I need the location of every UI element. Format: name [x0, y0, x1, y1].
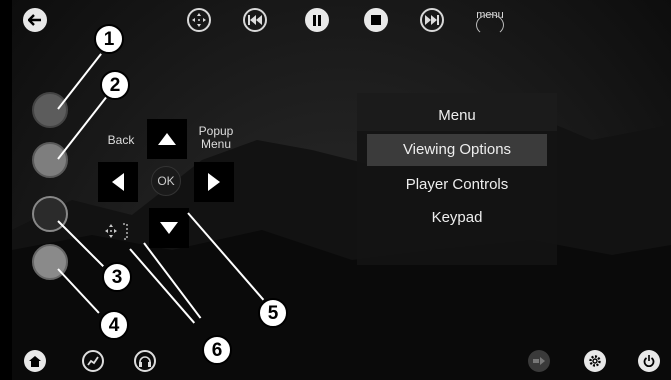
callout-5: 5 [258, 298, 288, 328]
power-icon [643, 355, 655, 367]
previous-button[interactable] [243, 8, 267, 32]
source-icon [533, 357, 545, 365]
menu-arc-icon [476, 14, 504, 36]
pause-icon [313, 14, 321, 26]
skip-back-icon [248, 15, 262, 25]
stop-button[interactable] [364, 8, 388, 32]
next-button[interactable] [420, 8, 444, 32]
callout-4: 4 [99, 310, 129, 340]
menu-item-keypad[interactable]: Keypad [367, 202, 547, 234]
skip-forward-icon [425, 15, 439, 25]
source-button[interactable] [528, 350, 550, 372]
back-button[interactable] [23, 8, 47, 32]
up-arrow-icon [158, 133, 176, 145]
trend-icon [87, 356, 99, 366]
callout-6: 6 [202, 335, 232, 365]
right-arrow-icon [208, 173, 220, 191]
menu-panel: Menu Viewing Options Player Controls Key… [357, 93, 557, 265]
menu-item-player-controls[interactable]: Player Controls [367, 169, 547, 201]
back-arrow-icon [28, 14, 41, 26]
move-handle-icon [105, 223, 128, 240]
dpad-icon [192, 13, 206, 27]
callout-3: 3 [102, 262, 132, 292]
green-button[interactable] [32, 142, 68, 178]
move-keypad-handle[interactable] [103, 222, 133, 242]
headphones-icon [139, 355, 151, 367]
trend-button[interactable] [82, 350, 104, 372]
callout-1: 1 [94, 24, 124, 54]
red-button[interactable] [32, 92, 68, 128]
headphones-button[interactable] [134, 350, 156, 372]
ok-button[interactable]: OK [151, 166, 181, 196]
menu-button[interactable]: menu [470, 8, 510, 36]
back-key-label[interactable]: Back [100, 134, 142, 147]
home-icon [29, 355, 41, 367]
settings-button[interactable] [584, 350, 606, 372]
left-arrow-icon [112, 173, 124, 191]
right-key[interactable] [194, 162, 234, 202]
settings-icon [589, 355, 601, 367]
menu-item-viewing-options[interactable]: Viewing Options [367, 134, 547, 166]
pause-button[interactable] [305, 8, 329, 32]
up-key[interactable] [147, 119, 187, 159]
power-button[interactable] [638, 350, 660, 372]
home-button[interactable] [24, 350, 46, 372]
stop-icon [371, 15, 381, 25]
navigate-button[interactable] [187, 8, 211, 32]
menu-title: Menu [357, 93, 557, 131]
down-arrow-icon [160, 222, 178, 234]
left-key[interactable] [98, 162, 138, 202]
popup-menu-key-label[interactable]: Popup Menu [192, 125, 240, 151]
down-key[interactable] [149, 208, 189, 248]
callout-2: 2 [100, 70, 130, 100]
